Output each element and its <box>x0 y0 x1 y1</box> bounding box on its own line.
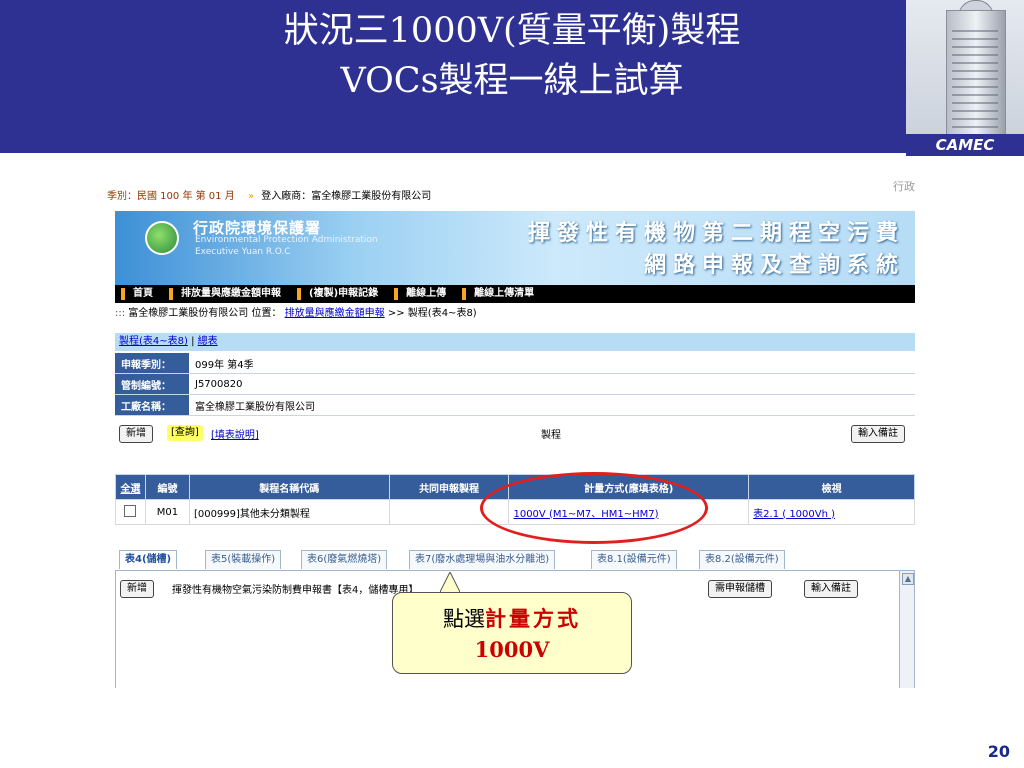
nav-item-offline-list[interactable]: 離線上傳清單 <box>462 288 544 300</box>
info-value: J5700820 <box>189 373 915 395</box>
info-label: 工廠名稱： <box>115 394 189 416</box>
breadcrumb-link[interactable]: 排放量與應繳金額申報 <box>285 308 385 319</box>
nav-item-declare[interactable]: 排放量與應繳金額申報 <box>169 288 291 300</box>
epa-logo-icon <box>145 221 179 255</box>
row-view-cell: 表2.1 ( 1000Vh ) <box>748 499 915 525</box>
header-divider <box>0 150 1024 153</box>
tab-summary[interactable]: 總表 <box>198 336 218 347</box>
top-info-bar: 季別：民國 100 年 第 01 月 » 登入廠商：富全橡膠工業股份有限公司 行… <box>107 180 915 206</box>
breadcrumb-current: >> 製程(表4~表8) <box>387 308 477 319</box>
tab-table8-1[interactable]: 表8.1(設備元件) <box>591 550 677 569</box>
row-checkbox-cell <box>115 499 146 525</box>
nav-item-offline-upload[interactable]: 離線上傳 <box>394 288 456 300</box>
view-form-link[interactable]: 表2.1 ( 1000Vh ) <box>753 509 835 520</box>
tab-separator: | <box>191 336 195 347</box>
row-checkbox[interactable] <box>124 504 137 517</box>
tank-note-button[interactable]: 輸入備註 <box>804 580 858 598</box>
help-link[interactable]: [填表說明] <box>211 426 259 441</box>
nav-item-home[interactable]: 首頁 <box>121 288 163 300</box>
nav-item-copy-records[interactable]: (複製)申報記錄 <box>297 288 388 300</box>
page-number: 20 <box>987 742 1010 761</box>
login-text: 登入廠商：富全橡膠工業股份有限公司 <box>261 191 432 202</box>
system-banner: 行政院環境保護署 Environmental Protection Admini… <box>115 211 915 285</box>
column-header-name: 製程名稱代碼 <box>188 474 390 500</box>
breadcrumb-prefix: ::: <box>115 308 126 319</box>
callout-line2: 1000V <box>474 637 550 662</box>
arrow-icon: » <box>247 191 255 202</box>
actions-row: 新增 [查詢] [填表說明] 製程 輸入備註 <box>115 422 915 444</box>
tab-table6[interactable]: 表6(廢氣燃燒塔) <box>301 550 388 569</box>
select-all-header[interactable]: 全選 <box>115 474 146 500</box>
breadcrumb-company: 富全橡膠工業股份有限公司 位置： <box>128 308 282 319</box>
info-label: 管制編號： <box>115 373 189 395</box>
info-row: 申報季別： 099年 第4季 <box>115 353 915 374</box>
season-text: 季別：民國 100 年 第 01 月 <box>107 191 235 202</box>
need-tank-button[interactable]: 需申報儲槽 <box>708 580 772 598</box>
agency-name-en2: Executive Yuan R.O.C <box>195 247 291 257</box>
declaration-info-table: 申報季別： 099年 第4季 管制編號： J5700820 工廠名稱： 富全橡膠… <box>115 353 915 416</box>
tab-table5[interactable]: 表5(裝載操作) <box>205 550 282 569</box>
callout-prefix: 點選 <box>443 607 485 631</box>
process-label: 製程 <box>541 430 561 441</box>
tab-table8-2[interactable]: 表8.2(設備元件) <box>699 550 785 569</box>
callout-emphasis: 計量方式 <box>485 606 581 631</box>
lower-tabs: 表4(儲槽) 表5(裝載操作) 表6(廢氣燃燒塔) 表7(廢水處理場與油水分離池… <box>115 548 915 570</box>
slide-title: 狀況三1000V(質量平衡)製程 VOCs製程一線上試算 <box>0 6 1024 106</box>
column-header-id: 編號 <box>144 474 190 500</box>
info-label: 申報季別： <box>115 353 189 374</box>
slide-title-line2: VOCs製程一線上試算 <box>340 61 684 101</box>
main-nav: 首頁 排放量與應繳金額申報 (複製)申報記錄 離線上傳 離線上傳清單 <box>115 285 915 303</box>
callout-tail <box>440 572 460 594</box>
tab-table7[interactable]: 表7(廢水處理場與油水分離池) <box>409 550 556 569</box>
info-row: 工廠名稱： 富全橡膠工業股份有限公司 <box>115 394 915 416</box>
subtabs-row: 製程(表4~表8) | 總表 <box>115 333 915 351</box>
instruction-callout: 點選計量方式 1000V <box>392 592 632 674</box>
query-button[interactable]: [查詢] <box>167 425 203 441</box>
system-title-line2: 網路申報及查詢系統 <box>643 253 905 278</box>
tank-form-description: 揮發性有機物空氣污染防制費申報書【表4，儲槽專用】 <box>172 585 419 596</box>
breadcrumb: ::: 富全橡膠工業股份有限公司 位置： 排放量與應繳金額申報 >> 製程(表4… <box>115 305 915 323</box>
add-button[interactable]: 新增 <box>119 425 153 443</box>
tank-add-button[interactable]: 新增 <box>120 580 154 598</box>
row-process-name: [000999]其他未分類製程 <box>188 499 390 525</box>
row-id: M01 <box>144 499 190 525</box>
building-windows <box>952 30 998 140</box>
highlight-ellipse <box>480 472 708 544</box>
info-row: 管制編號： J5700820 <box>115 373 915 395</box>
info-value: 099年 第4季 <box>189 353 915 374</box>
slide-title-line1: 狀況三1000V(質量平衡)製程 <box>283 11 741 51</box>
system-title-line1: 揮發性有機物第二期程空污費 <box>527 221 905 246</box>
cut-off-text: 行政 <box>893 180 915 193</box>
tab-table4[interactable]: 表4(儲槽) <box>119 550 178 569</box>
panel-scrollbar[interactable]: ▲ <box>899 570 915 688</box>
tab-process[interactable]: 製程(表4~表8) <box>119 336 188 347</box>
building-image <box>906 0 1024 148</box>
column-header-view: 檢視 <box>748 474 915 500</box>
note-button[interactable]: 輸入備註 <box>851 425 905 443</box>
scroll-up-icon[interactable]: ▲ <box>902 573 914 585</box>
info-value: 富全橡膠工業股份有限公司 <box>189 394 915 416</box>
agency-name-en: Environmental Protection Administration <box>195 235 378 245</box>
callout-line1: 點選計量方式 <box>393 603 631 633</box>
